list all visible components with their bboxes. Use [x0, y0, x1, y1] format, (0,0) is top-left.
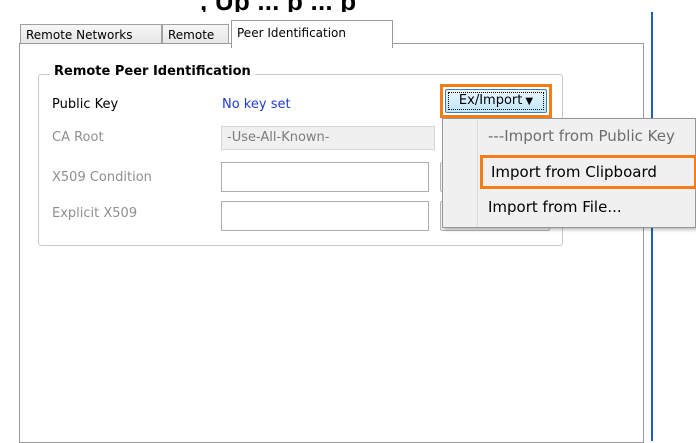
public-key-label: Public Key	[52, 97, 119, 112]
explicit-x509-label: Explicit X509	[52, 206, 138, 221]
ex-import-button[interactable]: Ex/Import ▼	[445, 89, 547, 113]
x509-condition-label: X509 Condition	[52, 170, 152, 185]
explicit-x509-field[interactable]	[221, 201, 429, 231]
ex-import-label: Ex/Import	[458, 93, 523, 108]
menu-item-import-clipboard[interactable]: Import from Clipboard	[480, 155, 696, 189]
menu-item-import-public-key: ---Import from Public Key	[488, 127, 675, 145]
ca-root-select[interactable]: -Use-All-Known-	[221, 126, 435, 150]
ex-import-menu: ---Import from Public Key Import from Cl…	[442, 118, 696, 228]
tab-peer-identification[interactable]: Peer Identification	[231, 20, 393, 48]
chevron-down-icon: ▼	[525, 96, 534, 107]
public-key-value: No key set	[222, 97, 291, 112]
ca-root-label: CA Root	[52, 130, 104, 145]
group-title: Remote Peer Identification	[50, 64, 255, 79]
menu-item-import-file[interactable]: Import from File...	[443, 191, 696, 225]
x509-condition-field[interactable]	[221, 162, 429, 192]
